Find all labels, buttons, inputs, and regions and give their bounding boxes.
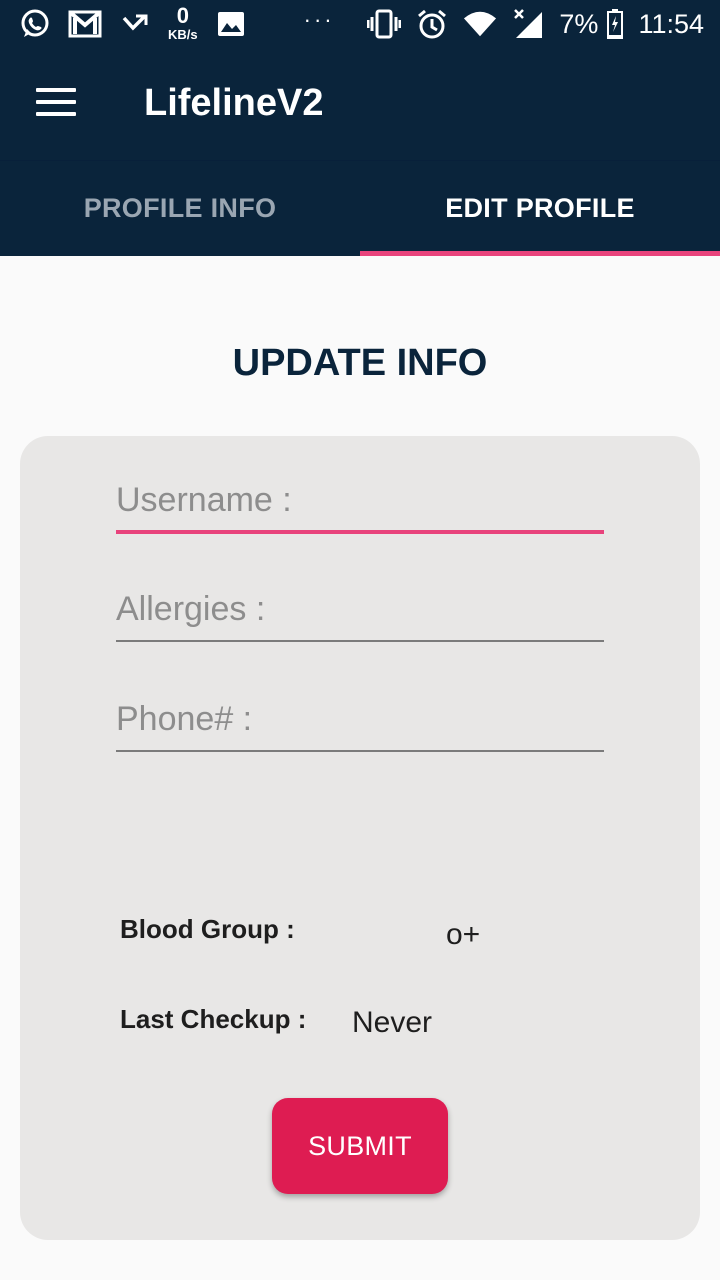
last-checkup-label: Last Checkup : — [120, 1004, 307, 1034]
tab-profile-info[interactable]: PROFILE INFO — [0, 161, 360, 256]
status-bar-left: 0 KB/s ··· — [18, 3, 335, 42]
username-input[interactable] — [116, 470, 604, 530]
allergies-field — [116, 578, 604, 642]
hamburger-menu-icon[interactable] — [36, 88, 76, 120]
net-speed-unit: KB/s — [168, 27, 198, 42]
clock: 11:54 — [638, 8, 704, 39]
gallery-icon — [214, 7, 248, 41]
more-notifications-indicator: ··· — [303, 7, 335, 32]
vibrate-icon — [367, 7, 402, 41]
signal-icon — [511, 7, 545, 41]
last-checkup-value: Never — [352, 1006, 433, 1039]
blood-group-label: Blood Group : — [120, 914, 295, 944]
allergies-input[interactable] — [116, 578, 604, 640]
gmail-icon — [68, 7, 102, 41]
whatsapp-icon — [18, 7, 52, 41]
battery-icon — [606, 7, 624, 41]
status-bar-right: 7% 11:54 — [367, 7, 704, 41]
status-bar: 0 KB/s ··· 7% 11:54 — [0, 0, 720, 50]
app-title: LifelineV2 — [144, 82, 324, 124]
submit-button[interactable]: SUBMIT — [272, 1098, 448, 1194]
net-speed-indicator: 0 KB/s — [168, 3, 198, 42]
alarm-icon — [415, 7, 449, 41]
phone-field — [116, 688, 604, 752]
blood-group-value: o+ — [446, 918, 481, 951]
username-field — [116, 470, 604, 534]
battery-percentage: 7% — [559, 8, 599, 39]
update-info-card: Blood Group : o+ Last Checkup : Never SU… — [20, 436, 700, 1240]
wifi-icon — [463, 7, 497, 41]
tab-edit-profile[interactable]: EDIT PROFILE — [360, 161, 720, 256]
app-bar: LifelineV2 — [0, 50, 720, 160]
tab-bar: PROFILE INFO EDIT PROFILE — [0, 160, 720, 256]
net-speed-value: 0 — [176, 3, 189, 28]
missed-call-icon — [118, 7, 152, 41]
page-heading: UPDATE INFO — [232, 342, 488, 384]
phone-input[interactable] — [116, 688, 604, 750]
